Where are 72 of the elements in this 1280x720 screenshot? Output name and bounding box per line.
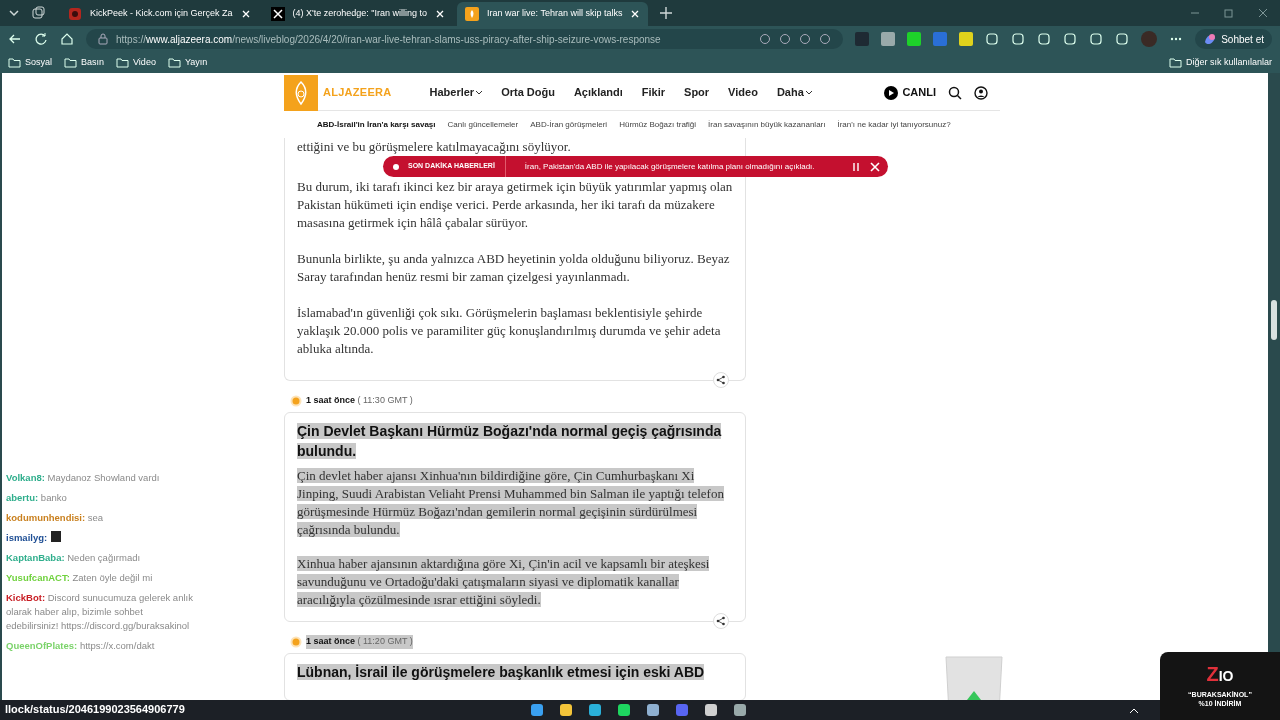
- live-button[interactable]: CANLI: [884, 84, 936, 101]
- back-icon[interactable]: [8, 32, 22, 46]
- chat-message: KaptanBaba: Neden çağırmadı: [6, 551, 142, 565]
- nav-link[interactable]: Haberler: [429, 84, 483, 101]
- account-icon[interactable]: [974, 85, 988, 100]
- live-dot-icon: [393, 163, 399, 170]
- reload-icon[interactable]: [34, 32, 48, 46]
- extension-icon[interactable]: [881, 32, 896, 46]
- paragraph: Xinhua haber ajansının aktardığına göre Xi, Çin'in acil ve kapsamlı bir ateşkesi savunduğunu ve Ortadoğu'daki çatışmaların siyasi ve diplomatik kanallar aracılığıyla çözülmesinde ısrar ettiğini söyledi.: [297, 555, 711, 609]
- paragraph: Bununla birlikte, şu anda yalnızca ABD heyetinin yolda olduğunu biliyoruz. Beyaz Saray tarafından henüz resmi bir zaman çizelgesi yayınlanmadı.: [297, 250, 731, 286]
- restore-icon[interactable]: [1224, 8, 1234, 18]
- share-icon[interactable]: [713, 613, 729, 629]
- paragraph: Bu durum, iki tarafı ikinci kez bir araya getirmek için büyük yatırımlar yapmış olan Pakistan hükümeti için endişe verici. Perde arkasında, her iki tarafı da müzakere masasına getirmek için hâlâ çabalar sürüyor.: [297, 178, 733, 232]
- bookmark-folder[interactable]: Diğer sık kullanılanlar: [1168, 55, 1272, 70]
- chat-message: YusufcanACT: Zaten öyle değil mi: [6, 571, 154, 585]
- paragraph: Çin devlet haber ajansı Xinhua'nın bildirdiğine göre, Çin Cumhurbaşkanı Xi Jinping, Suudi Arabistan Veliaht Prensi Muhammed bin Salman ile yaptığı telefon görüşmesinde Hürmüz Boğazı'ndan gemilerin normal geçişinin sürdürülmesi çağrısında bulundu.: [297, 467, 725, 539]
- copilot-button[interactable]: Sohbet et: [1195, 29, 1272, 49]
- bookmark-folder[interactable]: Video: [116, 55, 156, 70]
- paragraph: İslamabad'ın güvenliği çok sıkı. Görüşmelerin başlaması beklentisiyle şehirde yaklaşık 20.000 polis ve paramiliter güç konuşlandırılmış durumda ve şehir adeta abluka altında.: [297, 304, 722, 358]
- chevron-up-icon[interactable]: [1129, 706, 1139, 714]
- search-icon[interactable]: [948, 85, 962, 100]
- chat-message: abertu: banko: [6, 491, 68, 505]
- post-title: Lübnan, İsrail ile görüşmelere başkanlık etmesi için eski ABD: [297, 663, 706, 682]
- subnav-link[interactable]: Canlı güncellemeler: [447, 118, 519, 131]
- bookmark-folder[interactable]: Yayın: [167, 55, 208, 70]
- pause-icon[interactable]: [851, 161, 861, 172]
- bookmark-folder[interactable]: Sosyal: [8, 55, 52, 70]
- nav-link[interactable]: Açıklandı: [573, 84, 623, 101]
- subnav-link[interactable]: ABD-İran görüşmeleri: [530, 118, 608, 131]
- chat-message: QueenOfPlates: https://x.com/dakt: [6, 639, 156, 653]
- chat-message: kodumunhendisi: sea: [6, 511, 105, 525]
- chat-message: ismailyg:: [6, 531, 196, 545]
- paragraph: ettiğini ve bu görüşmelere katılmayacağını söylüyor.: [297, 138, 572, 156]
- glass-of-clovers-drawing: [944, 655, 1004, 700]
- subnav-link[interactable]: ABD-İsrail'in İran'a karşı savaşı: [317, 118, 436, 131]
- extension-icon[interactable]: [959, 32, 974, 46]
- url-text: https://www.aljazeera.com/news/liveblog/2026/4/20/iran-war-live-tehran-slams-uss-piracy-after-ship-seizure-vows-response: [116, 32, 662, 47]
- nav-link[interactable]: Video: [728, 84, 758, 101]
- live-dot-icon: [290, 395, 302, 407]
- play-icon: [884, 85, 899, 100]
- post-time: 1 saat önce ( 11:30 GMT ): [306, 394, 413, 408]
- lock-icon: [98, 33, 108, 45]
- nav-link[interactable]: Fikir: [641, 84, 666, 101]
- chat-message: KickBot: Discord sunucumuza gelerek anlık olarak haber alıp, bizimle sohbet edebilirsiniz! https://discord.gg/buraksakinol: [6, 591, 194, 633]
- extension-icon[interactable]: [907, 32, 922, 46]
- home-icon[interactable]: [60, 32, 74, 46]
- close-icon[interactable]: [435, 9, 446, 19]
- post-time: 1 saat önce ( 11:20 GMT ): [306, 635, 413, 649]
- kick-logo-icon: [68, 7, 82, 21]
- nav-link[interactable]: Daha: [776, 84, 812, 101]
- browser-tab[interactable]: KickPeek - Kick.com için Gerçek Za: [60, 2, 259, 26]
- flame-logo-icon: [465, 7, 480, 21]
- address-bar[interactable]: https://www.aljazeera.com/news/liveblog/2026/4/20/iran-war-live-tehran-slams-uss-piracy-after-ship-seizure-vows-response: [86, 29, 844, 49]
- chat-message: Volkan8: Maydanoz Showland vardı: [6, 471, 161, 485]
- post-title: Çin Devlet Başkanı Hürmüz Boğazı'nda normal geçiş çağrısında bulundu.: [297, 422, 723, 461]
- chat-link-text: llock/status/2046199023564906779: [5, 702, 185, 717]
- bookmark-folder[interactable]: Basın: [64, 55, 105, 70]
- browser-tab[interactable]: (4) X'te zerohedge: "Iran willing to: [262, 2, 454, 26]
- nav-link[interactable]: Orta Doğu: [501, 84, 555, 101]
- subnav-link[interactable]: İran savaşının büyük kazananları: [708, 118, 826, 131]
- subnav-link[interactable]: İran'ı ne kadar iyi tanıyorsunuz?: [837, 118, 951, 131]
- scrollbar-thumb[interactable]: [1271, 300, 1277, 340]
- sponsor-logo: ZIO: [1206, 664, 1234, 686]
- site-logo-text: ALJAZEERA: [323, 85, 392, 101]
- live-dot-icon: [290, 636, 302, 648]
- nav-link[interactable]: Spor: [684, 84, 710, 101]
- x-logo-icon: [270, 7, 285, 21]
- browser-tab[interactable]: Iran war live: Tehran will skip talks: [457, 2, 649, 26]
- copilot-logo-icon: [1203, 32, 1218, 46]
- breaking-headline: İran, Pakistan'da ABD ile yapılacak görüşmelere katılma planı olmadığını açıkladı.: [523, 160, 816, 173]
- share-icon[interactable]: [713, 372, 729, 388]
- subnav-link[interactable]: Hürmüz Boğazı trafiği: [619, 118, 697, 131]
